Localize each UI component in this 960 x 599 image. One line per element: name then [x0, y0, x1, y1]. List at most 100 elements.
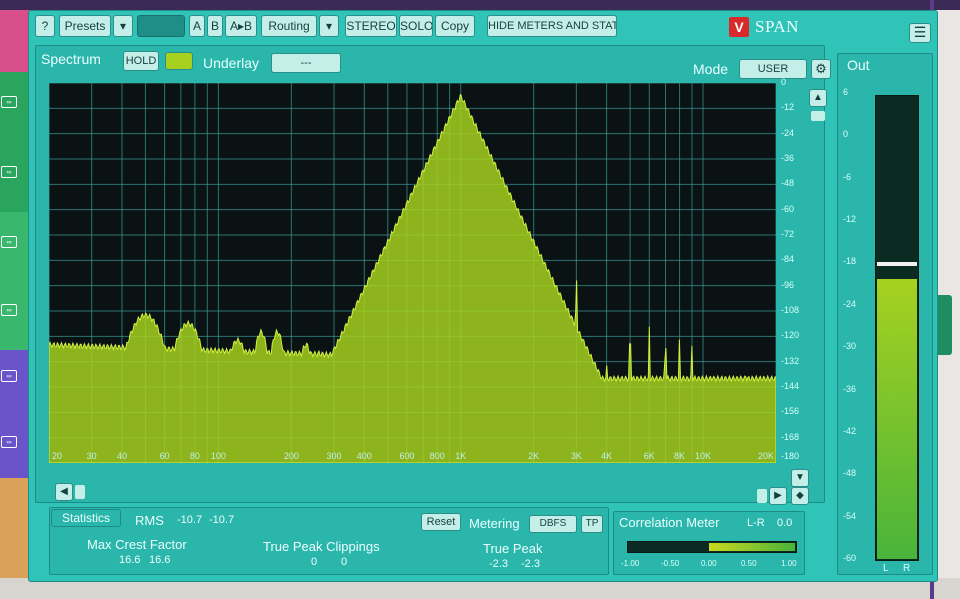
track-button-3[interactable]: ▭ — [1, 236, 17, 248]
true-peak-clippings-label: True Peak Clippings — [263, 539, 380, 554]
freq-tick-label: 30 — [87, 451, 97, 461]
host-track-colors — [0, 0, 30, 578]
track-button-1[interactable]: ▭ — [1, 96, 17, 108]
vertical-scroll-thumb[interactable] — [811, 111, 825, 121]
statistics-tab[interactable]: Statistics — [51, 509, 121, 527]
brand-logo-letter: V — [734, 19, 744, 35]
freq-tick-label: 3K — [571, 451, 582, 461]
horizontal-scroll-thumb-right[interactable] — [757, 489, 767, 503]
freq-tick-label: 800 — [430, 451, 445, 461]
freq-tick-label: 100 — [211, 451, 226, 461]
copy-button[interactable]: Copy — [435, 15, 475, 37]
freq-tick-label: 400 — [357, 451, 372, 461]
db-tick-label: -48 — [781, 178, 795, 189]
a-to-b-button[interactable]: A▸B — [225, 15, 257, 37]
db-scale: 0 -12 -24 -36 -48 -60 -72 -84 -96 -108 -120 -132 -14… — [777, 77, 807, 463]
max-crest-left-value: 16.6 — [119, 554, 141, 566]
freq-tick-label: 4K — [601, 451, 612, 461]
db-tick-label: -168 — [781, 431, 800, 442]
routing-button[interactable]: Routing — [261, 15, 317, 37]
mode-select[interactable]: USER — [739, 59, 807, 79]
track-color-green-2 — [0, 212, 30, 350]
presets-button[interactable]: Presets — [59, 15, 111, 37]
freq-tick-label: 6K — [644, 451, 655, 461]
freq-tick-label: 20K — [758, 451, 774, 461]
brand-name: SPAN — [755, 17, 799, 36]
stereo-button[interactable]: STEREO — [345, 15, 397, 37]
scroll-up-icon[interactable]: ▲ — [809, 89, 827, 107]
correlation-bar-fill — [709, 543, 795, 551]
scroll-right-icon[interactable]: ▶ — [769, 487, 787, 505]
rms-label: RMS — [135, 513, 164, 528]
db-tick-label: -180 — [781, 451, 800, 461]
scroll-down-icon[interactable]: ▼ — [791, 469, 809, 487]
routing-dropdown-icon[interactable]: ▾ — [319, 15, 339, 37]
correlation-tick: 0.50 — [741, 559, 757, 568]
out-meter-tick: -6 — [843, 171, 852, 182]
out-meter-tick: -12 — [843, 214, 857, 225]
horizontal-scroll-thumb[interactable] — [75, 485, 85, 499]
zoom-reset-icon[interactable]: ◆ — [791, 487, 809, 505]
spectrum-title: Spectrum — [41, 51, 101, 67]
menu-icon[interactable]: ☰ — [909, 23, 931, 43]
track-button-2[interactable]: ▭ — [1, 166, 17, 178]
freq-tick-label: 1K — [455, 451, 466, 461]
gear-icon[interactable]: ⚙ — [811, 59, 831, 79]
scroll-left-icon[interactable]: ◀ — [55, 483, 73, 501]
db-tick-label: -156 — [781, 406, 800, 417]
track-button-6[interactable]: ▭ — [1, 436, 17, 448]
out-meter-tick: -48 — [843, 468, 857, 479]
screen: ▭ ▭ ▭ ▭ ▭ ▭ ? Presets ▾ A B A▸B Routing … — [0, 0, 960, 599]
out-meter-tick: 6 — [843, 87, 849, 97]
correlation-value: 0.0 — [777, 517, 793, 529]
freq-tick-label: 2K — [528, 451, 539, 461]
span-plugin-window: ? Presets ▾ A B A▸B Routing ▾ STEREO SOL… — [28, 10, 938, 582]
help-button[interactable]: ? — [35, 15, 55, 37]
correlation-tick: 0.00 — [701, 559, 717, 568]
db-tick-label: -108 — [781, 305, 800, 315]
out-meter-tick: 0 — [843, 129, 849, 140]
correlation-tick: -0.50 — [661, 559, 680, 568]
solo-button[interactable]: SOLO — [399, 15, 433, 37]
underlay-select[interactable]: --- — [271, 53, 341, 73]
db-tick-label: -12 — [781, 102, 795, 113]
presets-dropdown-icon[interactable]: ▾ — [113, 15, 133, 37]
track-button-5[interactable]: ▭ — [1, 370, 17, 382]
out-meter-tick: -36 — [843, 383, 857, 394]
max-crest-label: Max Crest Factor — [87, 537, 187, 552]
freq-tick-label: 20 — [52, 451, 62, 461]
out-meter-tick: -30 — [843, 341, 857, 352]
db-tick-label: -36 — [781, 153, 795, 163]
freq-tick-label: 8K — [674, 451, 685, 461]
hold-button[interactable]: HOLD — [123, 51, 159, 71]
track-color-orange — [0, 478, 30, 578]
true-peak-clippings-left-value: 0 — [311, 556, 318, 568]
true-peak-toggle[interactable]: TP — [581, 515, 603, 533]
freq-tick-label: 40 — [117, 451, 127, 461]
db-tick-label: -72 — [781, 229, 795, 239]
out-meter-level — [877, 278, 917, 559]
ab-a-button[interactable]: A — [189, 15, 205, 37]
host-top-bar — [0, 0, 960, 10]
freq-tick-label: 300 — [326, 451, 341, 461]
underlay-label: Underlay — [203, 55, 260, 71]
out-meter-title: Out — [847, 57, 870, 73]
track-button-4[interactable]: ▭ — [1, 304, 17, 316]
freq-tick-label: 200 — [284, 451, 299, 461]
true-peak-left-value: -2.3 — [489, 558, 508, 570]
ab-b-button[interactable]: B — [207, 15, 223, 37]
hold-color-swatch[interactable] — [165, 52, 193, 70]
freq-tick-label: 600 — [399, 451, 414, 461]
db-tick-label: -132 — [781, 355, 800, 366]
preset-name-field[interactable] — [137, 15, 185, 37]
hide-meters-button[interactable]: HIDE METERS AND STATS — [487, 15, 617, 37]
spectrum-graph[interactable]: 20 30 40 60 80 100 200 300 400 600 800 1K 2K 3K 4K 6K 8K… — [49, 83, 776, 463]
reset-button[interactable]: Reset — [421, 513, 461, 531]
correlation-tick: -1.00 — [621, 559, 640, 568]
db-tick-label: 0 — [781, 77, 787, 87]
out-channel-r: R — [903, 563, 911, 574]
out-meter-tick: -18 — [843, 256, 857, 267]
correlation-tick: 1.00 — [781, 559, 797, 568]
metering-select[interactable]: DBFS — [529, 515, 577, 533]
rms-left-value: -10.7 — [177, 514, 203, 526]
